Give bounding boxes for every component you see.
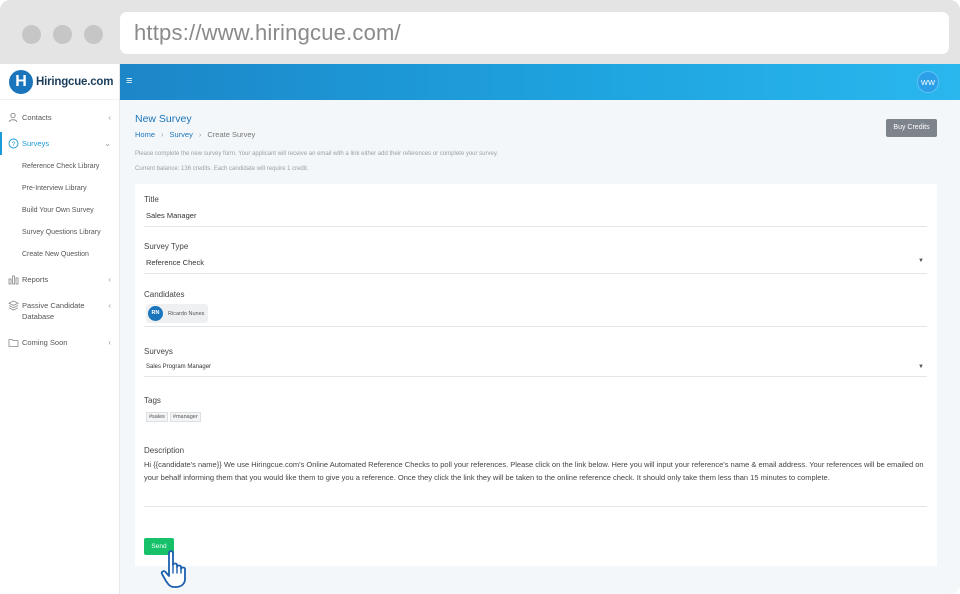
buy-credits-button[interactable]: Buy Credits xyxy=(886,119,937,137)
tags-input[interactable]: #sales #manager xyxy=(144,405,927,425)
page-title: New Survey xyxy=(135,113,192,125)
candidates-input[interactable]: RN Ricardo Nunes xyxy=(144,299,927,327)
sidebar-item-label: Surveys xyxy=(22,139,50,148)
sidebar-item-contacts[interactable]: Contacts ‹ xyxy=(0,106,119,129)
sidebar-item-passive-candidate-database[interactable]: Passive Candidate Database ‹ xyxy=(0,294,119,328)
svg-text:?: ? xyxy=(12,141,16,148)
sidebar-item-label: Coming Soon xyxy=(22,338,68,347)
candidates-label: Candidates xyxy=(144,290,185,299)
breadcrumb-survey[interactable]: Survey xyxy=(170,130,193,139)
candidate-name: Ricardo Nunes xyxy=(168,310,205,317)
description-field: Description Hi {{candidate's name}} We u… xyxy=(144,446,927,507)
logo-text: Hiringcue.com xyxy=(36,75,114,88)
app-viewport: H Hiringcue.com Contacts ‹ ? Surveys ⌄ R… xyxy=(0,64,960,594)
surveys-icon: ? xyxy=(8,138,19,149)
logo[interactable]: H Hiringcue.com xyxy=(0,64,119,100)
sidebar-subitem-build-your-own-survey[interactable]: Build Your Own Survey xyxy=(0,198,119,220)
tags-field: Tags #sales #manager xyxy=(144,396,927,425)
sidebar-item-label: Passive Candidate Database xyxy=(22,301,85,321)
sidebar-subitem-pre-interview-library[interactable]: Pre-Interview Library xyxy=(0,176,119,198)
reports-icon xyxy=(8,274,19,285)
description-textarea[interactable]: Hi {{candidate's name}} We use Hiringcue… xyxy=(144,455,927,507)
surveys-field: Surveys Sales Program Manager ▼ xyxy=(144,347,927,377)
sidebar: H Hiringcue.com Contacts ‹ ? Surveys ⌄ R… xyxy=(0,64,120,594)
sidebar-item-coming-soon[interactable]: Coming Soon ‹ xyxy=(0,331,119,354)
candidate-chip[interactable]: RN Ricardo Nunes xyxy=(146,304,209,323)
survey-type-field: Survey Type Reference Check ▼ xyxy=(144,242,927,274)
browser-window: https://www.hiringcue.com/ H Hiringcue.c… xyxy=(0,0,960,594)
breadcrumb-current: Create Survey xyxy=(207,130,256,139)
survey-form-card: Title Sales Manager Survey Type Referenc… xyxy=(135,184,937,566)
breadcrumb-home[interactable]: Home xyxy=(135,130,155,139)
sidebar-item-label: Contacts xyxy=(22,113,52,122)
chevron-left-icon: ‹ xyxy=(108,301,111,310)
maximize-dot[interactable] xyxy=(84,25,103,44)
window-controls xyxy=(22,25,103,44)
folder-icon xyxy=(8,337,19,348)
survey-type-select[interactable]: Reference Check ▼ xyxy=(144,251,927,274)
contacts-icon xyxy=(8,112,19,123)
dropdown-caret-icon: ▼ xyxy=(918,258,924,264)
surveys-value: Sales Program Manager xyxy=(146,364,212,370)
tag-chip[interactable]: #sales xyxy=(146,412,168,422)
form-instructions: Please complete the new survey form. You… xyxy=(135,151,499,157)
chevron-left-icon: ‹ xyxy=(108,113,111,122)
menu-icon[interactable]: ≡ xyxy=(126,75,132,87)
hand-pointer-icon xyxy=(160,550,186,588)
chevron-down-icon: ⌄ xyxy=(104,139,111,148)
title-input[interactable]: Sales Manager xyxy=(144,204,927,227)
surveys-select[interactable]: Sales Program Manager ▼ xyxy=(144,356,927,377)
chevron-right-icon: › xyxy=(198,130,202,139)
chevron-right-icon: › xyxy=(161,130,164,139)
chevron-left-icon: ‹ xyxy=(108,338,111,347)
sidebar-item-reports[interactable]: Reports ‹ xyxy=(0,268,119,291)
candidates-field: Candidates RN Ricardo Nunes xyxy=(144,290,927,327)
description-label: Description xyxy=(144,446,185,455)
sidebar-item-label: Reports xyxy=(22,275,49,284)
sidebar-subitem-reference-check-library[interactable]: Reference Check Library xyxy=(0,155,119,176)
dropdown-caret-icon: ▼ xyxy=(918,364,924,370)
minimize-dot[interactable] xyxy=(53,25,72,44)
survey-type-label: Survey Type xyxy=(144,242,189,251)
survey-type-value: Reference Check xyxy=(146,258,204,267)
sidebar-subitem-create-new-question[interactable]: Create New Question xyxy=(0,242,119,264)
sidebar-item-surveys[interactable]: ? Surveys ⌄ xyxy=(0,132,119,155)
surveys-label: Surveys xyxy=(144,347,173,356)
address-bar[interactable]: https://www.hiringcue.com/ xyxy=(120,12,949,54)
user-avatar[interactable]: WW xyxy=(917,71,939,93)
candidate-avatar: RN xyxy=(148,306,163,321)
chevron-left-icon: ‹ xyxy=(108,275,111,284)
credit-balance: Current balance: 136 credits. Each candi… xyxy=(135,166,309,172)
tag-chip[interactable]: #manager xyxy=(169,412,201,422)
logo-mark: H xyxy=(9,69,33,94)
top-bar: ≡ WW xyxy=(120,64,960,100)
close-dot[interactable] xyxy=(22,25,41,44)
breadcrumb: Home › Survey › Create Survey xyxy=(135,130,255,139)
database-icon xyxy=(8,300,19,311)
main-content: New Survey Home › Survey › Create Survey… xyxy=(120,100,960,594)
title-field: Title Sales Manager xyxy=(144,195,927,227)
title-label: Title xyxy=(144,195,159,204)
tags-label: Tags xyxy=(144,396,161,405)
sidebar-subitem-survey-questions-library[interactable]: Survey Questions Library xyxy=(0,220,119,242)
